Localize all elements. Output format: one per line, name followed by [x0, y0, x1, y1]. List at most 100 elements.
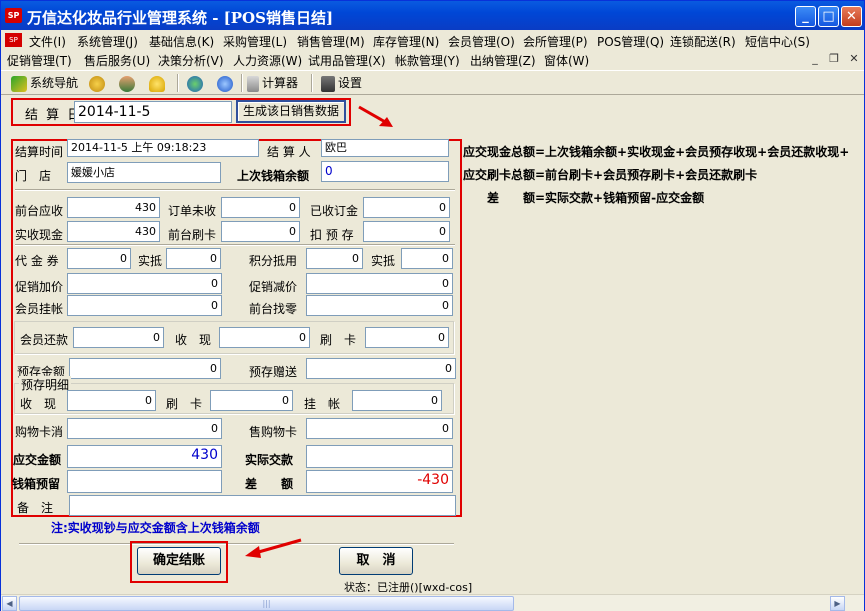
bell-tool[interactable] [149, 74, 168, 93]
cash-reserve-input[interactable] [67, 470, 222, 493]
menu-sales[interactable]: 销售管理(M) [297, 33, 365, 50]
pd-credit-field: 0 [352, 390, 442, 411]
actual-paid-input[interactable] [306, 445, 453, 468]
voucher-offset-field: 0 [166, 248, 221, 269]
store-label: 门 店 [15, 169, 52, 183]
order-unpaid-field: 0 [221, 197, 300, 218]
menu-sms[interactable]: 短信中心(S) [745, 33, 810, 50]
menu-file[interactable]: 文件(I) [29, 33, 66, 50]
divider [15, 189, 455, 191]
formula-cash: 应交现金总额=上次钱箱余额+实收现金+会员预存收现+会员还款收现+ [463, 145, 850, 159]
horizontal-scrollbar[interactable]: ◀ ||| ▶ [1, 594, 864, 611]
bell-icon [149, 75, 165, 92]
menu-basic-info[interactable]: 基础信息(K) [149, 33, 214, 50]
cancel-button[interactable]: 取 消 [339, 547, 413, 575]
prestore-detail-label: 预存明细 [19, 376, 72, 393]
front-change-label: 前台找零 [249, 302, 298, 316]
menu-decision[interactable]: 决策分析(V) [158, 52, 224, 69]
menu-cashier[interactable]: 出纳管理(Z) [470, 52, 536, 69]
toolbar-separator [311, 74, 313, 92]
globe-icon [187, 75, 203, 92]
voucher-field: 0 [67, 248, 131, 269]
menu-inventory[interactable]: 库存管理(N) [373, 33, 439, 50]
diff-label: 差 额 [245, 477, 294, 491]
pd-cash-field: 0 [67, 390, 156, 411]
menu-promotion[interactable]: 促销管理(T) [7, 52, 72, 69]
menu-member[interactable]: 会员管理(O) [448, 33, 515, 50]
calculator-tool[interactable]: 计算器 [247, 74, 298, 93]
window-title: 万信达化妆品行业管理系统 - [POS销售日结] [27, 9, 334, 27]
voucher-offset-label: 实抵 [138, 254, 163, 268]
menu-purchase[interactable]: 采购管理(L) [223, 33, 287, 50]
divider [15, 244, 455, 246]
shopcard-cancel-field: 0 [67, 418, 222, 439]
prestore-gift-label: 预存赠送 [249, 365, 298, 379]
menu-club[interactable]: 会所管理(P) [523, 33, 588, 50]
points-offset-label: 实抵 [371, 254, 396, 268]
promo-add-field: 0 [67, 273, 222, 294]
remark-input[interactable] [69, 495, 456, 516]
menu-system[interactable]: 系统管理(J) [77, 33, 138, 50]
formula-diff: 差 额=实际交款+钱箱预留-应交金额 [487, 191, 705, 205]
divider [19, 543, 454, 545]
app-logo-icon: SP [5, 8, 22, 23]
repay-cash-field: 0 [219, 327, 310, 348]
menu-after-sales[interactable]: 售后服务(U) [84, 52, 150, 69]
settle-time-field: 2014-11-5 上午 09:18:23 [67, 139, 259, 157]
maximize-button[interactable]: □ [818, 6, 839, 27]
generate-sales-data-button[interactable]: 生成该日销售数据 [236, 100, 346, 123]
member-repay-label: 会员还款 [20, 333, 69, 347]
close-button[interactable]: ✕ [841, 6, 862, 27]
deduct-prestore-label: 扣 预 存 [310, 228, 354, 242]
status-text: 状态：已注册()[wxd-cos] [344, 581, 473, 594]
promo-cut-field: 0 [306, 273, 453, 294]
repay-card-label: 刷 卡 [320, 333, 357, 347]
diff-field: -430 [306, 470, 453, 493]
key-tool[interactable] [89, 74, 108, 93]
confirm-settle-button[interactable]: 确定结账 [137, 547, 221, 575]
users-icon [119, 75, 135, 92]
voucher-label: 代 金 券 [15, 254, 59, 268]
scroll-right-icon[interactable]: ▶ [830, 596, 845, 611]
scroll-thumb[interactable]: ||| [19, 596, 514, 611]
due-total-field: 430 [67, 445, 222, 468]
shopcard-cancel-label: 购物卡消 [15, 425, 64, 439]
red-arrow-icon [245, 538, 302, 558]
menu-trial[interactable]: 试用品管理(X) [308, 52, 386, 69]
points-offset-field: 0 [401, 248, 453, 269]
member-repay-field: 0 [73, 327, 164, 348]
cash-note: 注:实收现钞与应交金额含上次钱箱余额 [51, 521, 260, 535]
settings-tool[interactable]: 设置 [321, 74, 362, 93]
menu-bar: SP 文件(I) 系统管理(J) 基础信息(K) 采购管理(L) 销售管理(M)… [1, 31, 864, 70]
pd-card-label: 刷 卡 [166, 397, 203, 411]
globe-tool[interactable] [187, 74, 206, 93]
remark-label: 备 注 [17, 501, 54, 515]
app-window: SP 万信达化妆品行业管理系统 - [POS销售日结] _ □ ✕ SP 文件(… [0, 0, 865, 611]
scroll-left-icon[interactable]: ◀ [2, 596, 17, 611]
menu-window[interactable]: 窗体(W) [544, 52, 589, 69]
settler-field: 欧巴 [321, 139, 449, 157]
front-receivable-label: 前台应收 [15, 204, 64, 218]
info-tool[interactable] [217, 74, 236, 93]
mdi-close-button[interactable]: ✕ [846, 52, 862, 66]
users-tool[interactable] [119, 74, 138, 93]
formula-card: 应交刷卡总额=前台刷卡+会员预存刷卡+会员还款刷卡 [463, 168, 758, 182]
mdi-minimize-button[interactable]: _ [807, 52, 823, 66]
front-card-field: 0 [221, 221, 300, 242]
tools-icon [321, 75, 335, 92]
settler-label: 结 算 人 [267, 145, 311, 159]
actual-paid-label: 实际交款 [245, 453, 294, 467]
received-deposit-field: 0 [363, 197, 450, 218]
nav-tool[interactable]: 系统导航 [11, 74, 78, 93]
repay-cash-label: 收 现 [175, 333, 212, 347]
calculator-icon [247, 75, 259, 92]
menu-hr[interactable]: 人力资源(W) [233, 52, 302, 69]
mdi-restore-button[interactable]: ❐ [826, 52, 842, 66]
menu-chain-delivery[interactable]: 连锁配送(R) [670, 33, 736, 50]
last-cash-field: 0 [321, 161, 449, 182]
menu-pos[interactable]: POS管理(Q) [597, 33, 664, 50]
minimize-button[interactable]: _ [795, 6, 816, 27]
menu-accounts[interactable]: 帐款管理(Y) [395, 52, 460, 69]
status-bar: 状态：已注册()[wxd-cos] [1, 577, 864, 594]
settle-date-input[interactable]: 2014-11-5 [74, 101, 232, 123]
